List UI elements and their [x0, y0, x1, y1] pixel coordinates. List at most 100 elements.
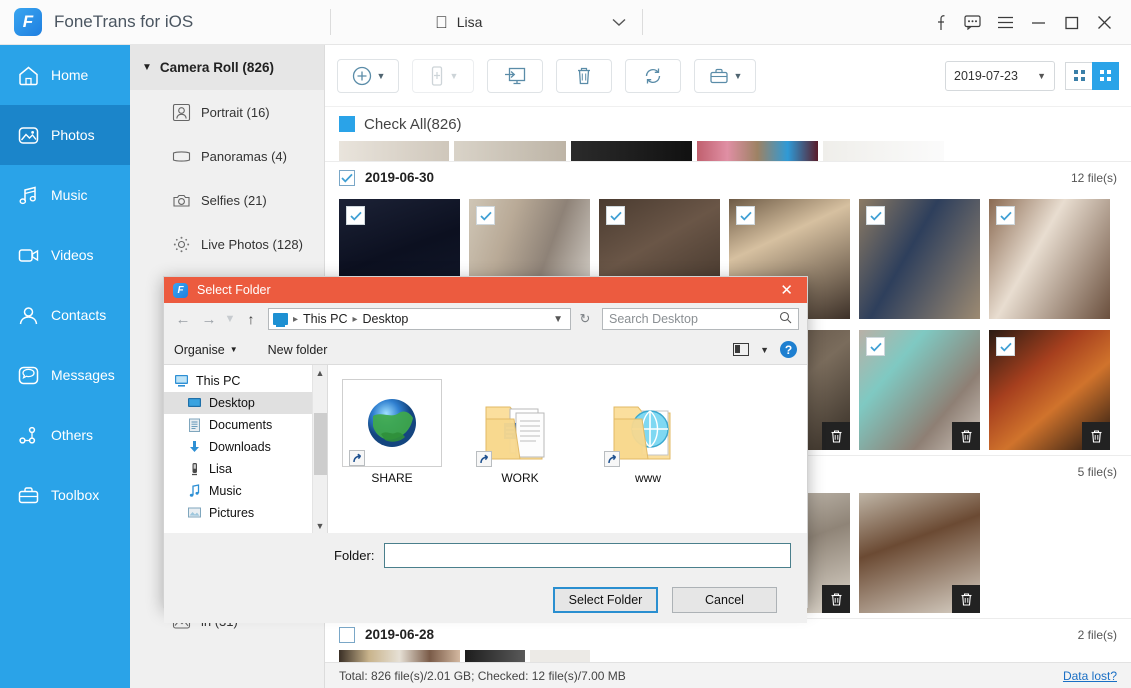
arrow-right-icon[interactable]: → [198, 311, 220, 328]
breadcrumb-this-pc[interactable]: This PC [303, 312, 347, 326]
delete-thumbnail-button[interactable] [952, 585, 980, 613]
camera-roll-header[interactable]: ▼ Camera Roll (826) [130, 45, 324, 90]
file-item-www[interactable]: www [598, 379, 698, 533]
thumbnail-checkbox[interactable] [866, 206, 885, 225]
category-item-portrait[interactable]: Portrait (16) [130, 90, 324, 134]
view-large-button[interactable] [1092, 62, 1119, 90]
chevron-down-icon[interactable]: ▼ [553, 314, 566, 325]
minimize-icon[interactable] [1022, 7, 1055, 39]
sidebar-item-contacts[interactable]: Contacts [0, 285, 130, 345]
toolbox-button[interactable]: ▼ [694, 59, 756, 93]
chevron-down-icon[interactable]: ▼ [734, 71, 743, 81]
thumbnail-checkbox[interactable] [346, 206, 365, 225]
maximize-icon[interactable] [1055, 7, 1088, 39]
chevron-down-icon[interactable]: ▼ [450, 71, 459, 81]
scroll-down-icon[interactable]: ▼ [313, 518, 327, 533]
tree-item-music[interactable]: Music [164, 480, 327, 502]
chevron-down-icon[interactable] [612, 15, 626, 30]
add-button[interactable]: ▼ [337, 59, 399, 93]
category-item-selfies[interactable]: Selfies (21) [130, 178, 324, 222]
tree-item-this-pc[interactable]: This PC [164, 370, 327, 392]
delete-thumbnail-button[interactable] [952, 422, 980, 450]
feedback-icon[interactable] [956, 7, 989, 39]
arrow-left-icon[interactable]: ← [172, 311, 194, 328]
photo-thumbnail[interactable] [859, 199, 980, 319]
menu-icon[interactable] [989, 7, 1022, 39]
delete-button[interactable] [556, 59, 612, 93]
date-group-checkbox[interactable] [339, 627, 355, 643]
category-item-live-photos[interactable]: Live Photos (128) [130, 222, 324, 266]
cancel-button[interactable]: Cancel [672, 587, 777, 613]
tree-item-desktop[interactable]: Desktop [164, 392, 327, 414]
date-group-checkbox[interactable] [339, 170, 355, 186]
sidebar-item-photos[interactable]: Photos [0, 105, 130, 165]
delete-thumbnail-button[interactable] [822, 585, 850, 613]
tree-item-documents[interactable]: Documents [164, 414, 327, 436]
chevron-down-icon[interactable]: ▼ [377, 71, 386, 81]
arrow-up-icon[interactable]: ↑ [240, 311, 262, 327]
tree-item-label: Desktop [209, 396, 255, 410]
title-bar: FoneTrans for iOS  Lisa [0, 0, 1131, 45]
export-to-pc-button[interactable] [487, 59, 543, 93]
tree-item-pictures[interactable]: Pictures [164, 502, 327, 524]
address-bar[interactable]: ▸ This PC ▸ Desktop ▼ [268, 308, 571, 330]
check-all-row[interactable]: Check All(826) [325, 107, 1131, 141]
thumbnail-checkbox[interactable] [996, 337, 1015, 356]
tree-item-downloads[interactable]: Downloads [164, 436, 327, 458]
check-all-checkbox[interactable] [339, 116, 355, 132]
sidebar-item-home[interactable]: Home [0, 45, 130, 105]
delete-thumbnail-button[interactable] [1082, 422, 1110, 450]
photo-thumbnail[interactable] [989, 199, 1110, 319]
dialog-nav-bar: ← → ▼ ↑ ▸ This PC ▸ Desktop ▼ ↻ Search D… [164, 303, 807, 335]
triangle-down-icon[interactable]: ▼ [760, 345, 769, 355]
device-name: Lisa [457, 14, 483, 30]
thumbnail-checkbox[interactable] [866, 337, 885, 356]
thumbnail-checkbox[interactable] [476, 206, 495, 225]
category-item-panoramas[interactable]: Panoramas (4) [130, 134, 324, 178]
breadcrumb-desktop[interactable]: Desktop [363, 312, 409, 326]
shortcut-arrow-icon [604, 451, 620, 467]
sidebar-item-music[interactable]: Music [0, 165, 130, 225]
file-list[interactable]: SHARE WORK [328, 365, 807, 533]
date-group-header[interactable]: 2019-06-30 12 file(s) [325, 161, 1131, 193]
photo-thumbnail[interactable] [859, 493, 980, 613]
sidebar-item-others[interactable]: Others [0, 405, 130, 465]
help-icon[interactable]: ? [780, 341, 797, 358]
close-icon[interactable]: ✕ [772, 283, 801, 298]
view-pane-icon[interactable] [733, 343, 749, 356]
dialog-button-row: Select Folder Cancel [164, 577, 807, 623]
date-filter-dropdown[interactable]: 2019-07-23 ▼ [945, 61, 1055, 91]
device-selector[interactable]:  Lisa [421, 7, 642, 37]
scroll-up-icon[interactable]: ▲ [313, 365, 327, 380]
thumbnail-checkbox[interactable] [606, 206, 625, 225]
sidebar-item-videos[interactable]: Videos [0, 225, 130, 285]
organise-button[interactable]: Organise ▼ [174, 343, 238, 357]
photo-thumbnail[interactable] [859, 330, 980, 450]
data-lost-link[interactable]: Data lost? [1063, 669, 1117, 683]
file-item-share[interactable]: SHARE [342, 379, 442, 533]
scrollbar-thumb[interactable] [314, 413, 327, 475]
refresh-button[interactable] [625, 59, 681, 93]
export-to-device-button[interactable]: ▼ [412, 59, 474, 93]
file-item-work[interactable]: WORK [470, 379, 570, 533]
thumbnail-checkbox[interactable] [736, 206, 755, 225]
folder-input[interactable] [384, 543, 791, 568]
camera-roll-label: Camera Roll (826) [160, 60, 274, 75]
search-input[interactable]: Search Desktop [602, 308, 799, 330]
tree-scrollbar[interactable]: ▲ ▼ [312, 365, 327, 533]
sidebar-item-toolbox[interactable]: Toolbox [0, 465, 130, 525]
tree-item-lisa[interactable]: Lisa [164, 458, 327, 480]
facebook-icon[interactable] [923, 7, 956, 39]
sidebar-item-messages[interactable]: Messages [0, 345, 130, 405]
delete-thumbnail-button[interactable] [822, 422, 850, 450]
folder-tree[interactable]: This PC Desktop Documents Downloads Lisa… [164, 365, 328, 533]
select-folder-button[interactable]: Select Folder [553, 587, 658, 613]
close-icon[interactable] [1088, 7, 1121, 39]
tree-item-label: This PC [196, 374, 240, 388]
view-small-button[interactable] [1065, 62, 1092, 90]
photo-thumbnail[interactable] [989, 330, 1110, 450]
chevron-down-small-icon[interactable]: ▼ [224, 313, 236, 325]
thumbnail-checkbox[interactable] [996, 206, 1015, 225]
refresh-icon[interactable]: ↻ [575, 311, 595, 327]
new-folder-button[interactable]: New folder [268, 343, 328, 357]
